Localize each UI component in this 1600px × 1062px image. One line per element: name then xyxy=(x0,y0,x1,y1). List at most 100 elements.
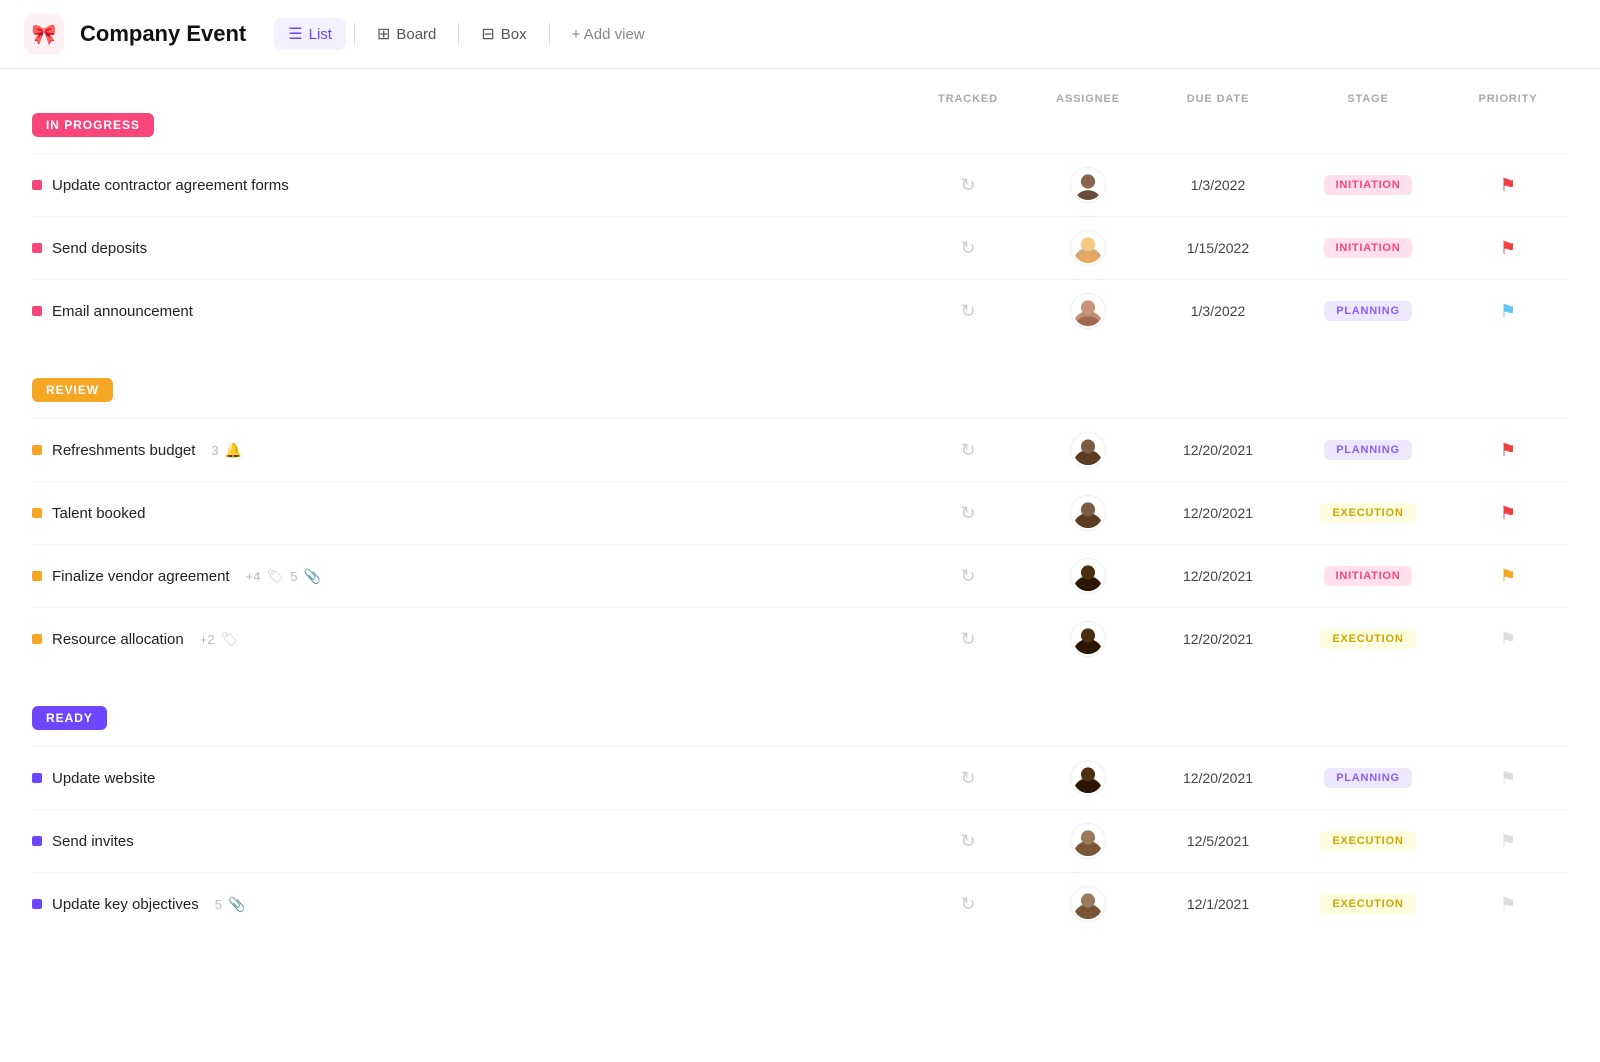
flag-icon: ⚑ xyxy=(1500,440,1516,461)
due-date-cell: 12/20/2021 xyxy=(1148,770,1288,786)
due-date-cell: 12/20/2021 xyxy=(1148,505,1288,521)
task-dot xyxy=(32,508,42,518)
task-name[interactable]: Update key objectives xyxy=(52,896,199,913)
stage-cell: INITIATION xyxy=(1288,566,1448,586)
stage-cell: PLANNING xyxy=(1288,440,1448,460)
assignee-cell xyxy=(1028,622,1148,656)
stage-cell: EXECUTION xyxy=(1288,831,1448,851)
refresh-icon: ↻ xyxy=(960,503,975,524)
tab-divider-3 xyxy=(549,23,550,45)
list-icon: ☰ xyxy=(288,24,302,44)
main-content: TRACKED ASSIGNEE DUE DATE STAGE PRIORITY… xyxy=(0,69,1600,995)
section-review: REVIEW Refreshments budget 3 🔔 ↻ 12/20/2… xyxy=(32,378,1568,670)
tab-board[interactable]: ⊞ Board xyxy=(363,18,450,50)
priority-cell: ⚑ xyxy=(1448,894,1568,915)
task-dot xyxy=(32,445,42,455)
tracked-cell[interactable]: ↻ xyxy=(908,768,1028,789)
priority-cell: ⚑ xyxy=(1448,629,1568,650)
assignee-cell xyxy=(1028,824,1148,858)
task-name-cell: Update key objectives 5 📎 xyxy=(32,896,908,913)
task-dot xyxy=(32,243,42,253)
refresh-icon: ↻ xyxy=(960,175,975,196)
task-name-cell: Resource allocation +2 🏷 xyxy=(32,631,908,648)
task-name-cell: Talent booked xyxy=(32,505,908,522)
tracked-cell[interactable]: ↻ xyxy=(908,831,1028,852)
stage-badge: EXECUTION xyxy=(1320,503,1415,523)
tag-icon: 🏷 xyxy=(221,631,239,648)
priority-cell: ⚑ xyxy=(1448,831,1568,852)
priority-cell: ⚑ xyxy=(1448,301,1568,322)
stage-cell: EXECUTION xyxy=(1288,894,1448,914)
badge-in-progress: IN PROGRESS xyxy=(32,113,154,137)
attachment-icon: 📎 xyxy=(228,896,245,913)
assignee-cell xyxy=(1028,231,1148,265)
table-row: Email announcement ↻ 1/3/2022 PLANNING ⚑ xyxy=(32,279,1568,342)
col-name xyxy=(64,93,908,105)
stage-badge: INITIATION xyxy=(1324,566,1413,586)
project-title: Company Event xyxy=(80,21,246,47)
refresh-icon: ↻ xyxy=(960,831,975,852)
stage-badge: PLANNING xyxy=(1324,301,1412,321)
logo-icon: 🎀 xyxy=(32,22,57,47)
tag-icon: 🏷 xyxy=(266,568,284,585)
tracked-cell[interactable]: ↻ xyxy=(908,503,1028,524)
tab-divider-1 xyxy=(354,23,355,45)
stage-badge: PLANNING xyxy=(1324,440,1412,460)
due-date-cell: 12/1/2021 xyxy=(1148,896,1288,912)
tracked-cell[interactable]: ↻ xyxy=(908,894,1028,915)
tracked-cell[interactable]: ↻ xyxy=(908,301,1028,322)
task-dot xyxy=(32,773,42,783)
tracked-cell[interactable]: ↻ xyxy=(908,629,1028,650)
tab-list-label: List xyxy=(309,26,332,43)
avatar xyxy=(1071,168,1105,202)
stage-cell: EXECUTION xyxy=(1288,629,1448,649)
tracked-cell[interactable]: ↻ xyxy=(908,440,1028,461)
tab-list[interactable]: ☰ List xyxy=(274,18,346,50)
stage-badge: EXECUTION xyxy=(1320,894,1415,914)
table-row: Send invites ↻ 12/5/2021 EXECUTION ⚑ xyxy=(32,809,1568,872)
extra-count: +4 xyxy=(246,569,261,584)
task-name[interactable]: Update website xyxy=(52,770,155,787)
task-name[interactable]: Update contractor agreement forms xyxy=(52,177,289,194)
due-date-cell: 12/5/2021 xyxy=(1148,833,1288,849)
assignee-cell xyxy=(1028,496,1148,530)
table-row: Refreshments budget 3 🔔 ↻ 12/20/2021 PLA… xyxy=(32,418,1568,481)
stage-badge: PLANNING xyxy=(1324,768,1412,788)
section-ready: READY Update website ↻ 12/20/2021 PLANNI… xyxy=(32,706,1568,935)
notification-icon: 🔔 xyxy=(225,442,242,459)
add-view-button[interactable]: + Add view xyxy=(558,20,659,49)
tab-box[interactable]: ⊟ Box xyxy=(467,18,540,50)
stage-cell: INITIATION xyxy=(1288,175,1448,195)
task-dot xyxy=(32,899,42,909)
priority-cell: ⚑ xyxy=(1448,566,1568,587)
tracked-cell[interactable]: ↻ xyxy=(908,566,1028,587)
task-name[interactable]: Refreshments budget xyxy=(52,442,195,459)
task-name-cell: Send deposits xyxy=(32,240,908,257)
assignee-cell xyxy=(1028,761,1148,795)
task-name[interactable]: Send deposits xyxy=(52,240,147,257)
task-name[interactable]: Email announcement xyxy=(52,303,193,320)
table-row: Update contractor agreement forms ↻ 1/3/… xyxy=(32,153,1568,216)
task-dot xyxy=(32,634,42,644)
task-name[interactable]: Talent booked xyxy=(52,505,145,522)
flag-icon: ⚑ xyxy=(1500,566,1516,587)
stage-badge: INITIATION xyxy=(1324,175,1413,195)
task-extras: +2 🏷 xyxy=(200,631,239,648)
task-dot xyxy=(32,571,42,581)
due-date-cell: 12/20/2021 xyxy=(1148,631,1288,647)
tracked-cell[interactable]: ↻ xyxy=(908,238,1028,259)
stage-badge: INITIATION xyxy=(1324,238,1413,258)
extra-count: +2 xyxy=(200,632,215,647)
task-name[interactable]: Send invites xyxy=(52,833,134,850)
task-name[interactable]: Resource allocation xyxy=(52,631,184,648)
badge-review: REVIEW xyxy=(32,378,113,402)
tracked-cell[interactable]: ↻ xyxy=(908,175,1028,196)
table-row: Update key objectives 5 📎 ↻ 12/1/2021 EX… xyxy=(32,872,1568,935)
stage-cell: EXECUTION xyxy=(1288,503,1448,523)
attachment-icon: 📎 xyxy=(303,568,320,585)
task-name[interactable]: Finalize vendor agreement xyxy=(52,568,230,585)
refresh-icon: ↻ xyxy=(960,440,975,461)
refresh-icon: ↻ xyxy=(960,768,975,789)
assignee-cell xyxy=(1028,433,1148,467)
table-row: Talent booked ↻ 12/20/2021 EXECUTION ⚑ xyxy=(32,481,1568,544)
